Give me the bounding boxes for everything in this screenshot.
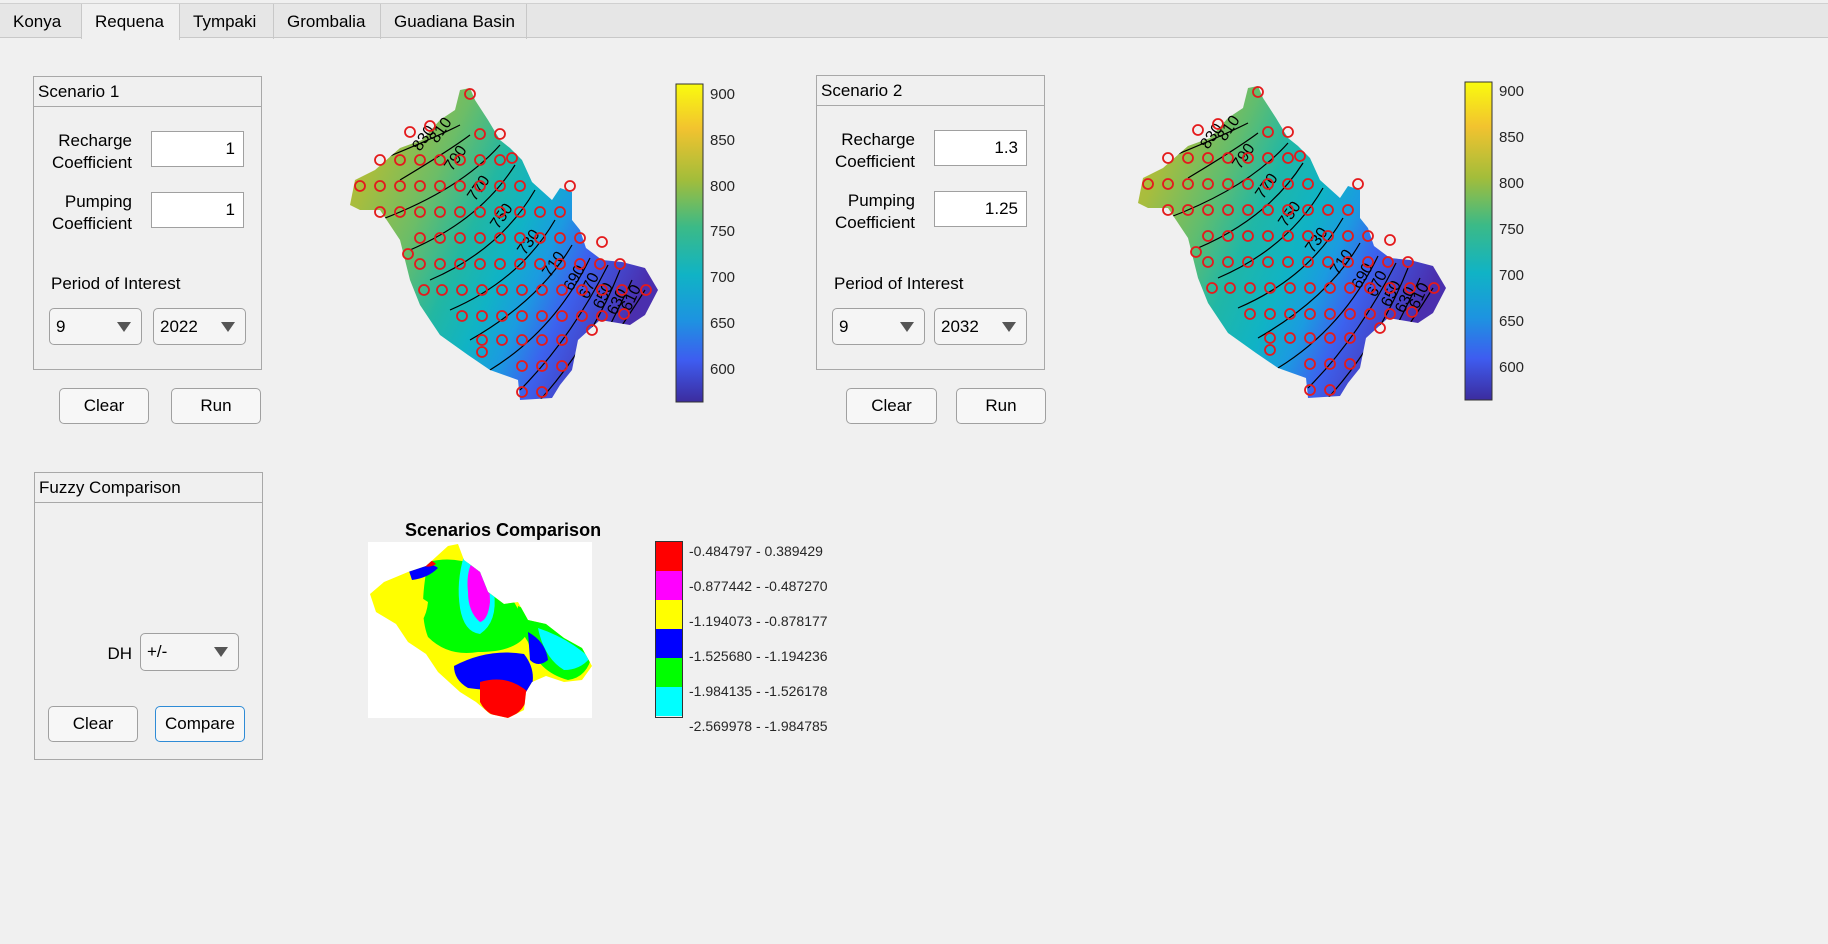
colorbar-tick: 850 <box>1499 129 1524 146</box>
scenario2-colorbar: 900 850 800 750 700 650 600 <box>1464 81 1524 401</box>
legend-swatch-blue <box>656 629 682 658</box>
scenario1-run-button[interactable]: Run <box>171 388 261 424</box>
tab-bar: Konya Requena Tympaki Grombalia Guadiana… <box>0 3 1828 40</box>
year-dropdown[interactable]: 2022 <box>153 308 246 345</box>
pumping-coefficient-input[interactable]: 1 <box>151 192 244 228</box>
legend-swatch-magenta <box>656 571 682 600</box>
colorbar-tick: 700 <box>1499 267 1524 284</box>
comparison-title: Scenarios Comparison <box>405 520 602 540</box>
month-dropdown[interactable]: 9 <box>49 308 142 345</box>
chevron-down-icon <box>214 647 228 657</box>
colorbar-tick: 600 <box>710 361 735 378</box>
colorbar-tick: 800 <box>710 178 735 195</box>
period-of-interest-label: Period of Interest <box>51 274 181 293</box>
chevron-down-icon <box>221 322 235 332</box>
colorbar-tick: 650 <box>1499 313 1524 330</box>
well-marker <box>596 236 608 248</box>
legend-label: -1.984135 - -1.526178 <box>689 683 828 699</box>
fuzzy-clear-button[interactable]: Clear <box>48 706 138 742</box>
recharge-coefficient-input[interactable]: 1.3 <box>934 130 1027 166</box>
scenario2-run-button[interactable]: Run <box>956 388 1046 424</box>
comparison-map <box>368 542 592 718</box>
period-of-interest-label: Period of Interest <box>834 274 964 293</box>
legend-swatch-green <box>656 658 682 687</box>
legend-label: -2.569978 - -1.984785 <box>689 718 828 734</box>
legend-label: -0.877442 - -0.487270 <box>689 578 828 594</box>
scenario1-panel: Scenario 1 Recharge Coefficient 1 Pumping… <box>33 76 262 370</box>
recharge-coefficient-input[interactable]: 1 <box>151 131 244 167</box>
scenario2-title: Scenario 2 <box>817 76 1044 106</box>
pumping-label: Pumping Coefficient <box>51 192 132 233</box>
colorbar-tick: 750 <box>1499 221 1524 238</box>
tab-konya[interactable]: Konya <box>0 4 82 39</box>
well-marker <box>1384 234 1396 246</box>
colorbar-tick: 650 <box>710 315 735 332</box>
tab-tympaki[interactable]: Tympaki <box>180 4 274 39</box>
colorbar-gradient <box>1464 81 1493 401</box>
chevron-down-icon <box>900 322 914 332</box>
legend-label: -0.484797 - 0.389429 <box>689 543 823 559</box>
chevron-down-icon <box>117 322 131 332</box>
scenario1-head-map: 830 810 790 770 750 730 710 690 670 650 … <box>350 88 658 400</box>
dh-dropdown[interactable]: +/- <box>140 633 239 671</box>
month-dropdown[interactable]: 9 <box>832 308 925 345</box>
scenario2-head-map: 830 810 790 770 750 730 710 690 670 650 … <box>1138 86 1446 398</box>
legend-swatch-red <box>656 542 682 571</box>
well-marker <box>1352 178 1364 190</box>
comparison-legend-labels: -0.484797 - 0.389429 -0.877442 - -0.4872… <box>689 534 828 744</box>
colorbar-tick: 800 <box>1499 175 1524 192</box>
compare-button[interactable]: Compare <box>155 706 245 742</box>
scenario2-clear-button[interactable]: Clear <box>846 388 937 424</box>
colorbar-tick: 900 <box>1499 83 1524 100</box>
colorbar-tick: 600 <box>1499 359 1524 376</box>
legend-label: -1.194073 - -0.878177 <box>689 613 828 629</box>
recharge-label: Recharge Coefficient <box>51 131 132 172</box>
tab-grombalia[interactable]: Grombalia <box>274 4 381 39</box>
well-marker <box>494 128 506 140</box>
fuzzy-comparison-title: Fuzzy Comparison <box>35 473 262 503</box>
well-marker <box>1162 152 1174 164</box>
well-marker <box>404 126 416 138</box>
tab-guadiana-basin[interactable]: Guadiana Basin <box>381 4 527 39</box>
colorbar-tick: 850 <box>710 132 735 149</box>
scenario2-panel: Scenario 2 Recharge Coefficient 1.3 Pumpi… <box>816 75 1045 370</box>
well-marker <box>1192 124 1204 136</box>
well-marker <box>564 180 576 192</box>
pumping-coefficient-input[interactable]: 1.25 <box>934 191 1027 227</box>
scenario1-colorbar: 900 850 800 750 700 650 600 <box>675 83 735 403</box>
colorbar-gradient <box>675 83 704 403</box>
colorbar-tick: 750 <box>710 223 735 240</box>
scenario1-title: Scenario 1 <box>34 77 261 107</box>
recharge-label: Recharge Coefficient <box>834 130 915 171</box>
tab-requena[interactable]: Requena <box>82 4 180 40</box>
colorbar-tick: 900 <box>710 86 735 103</box>
colorbar-tick: 700 <box>710 269 735 286</box>
legend-label: -1.525680 - -1.194236 <box>689 648 828 664</box>
comparison-legend-swatches <box>655 541 683 718</box>
well-marker <box>1282 126 1294 138</box>
legend-swatch-cyan <box>656 687 682 716</box>
well-marker <box>374 154 386 166</box>
scenario1-clear-button[interactable]: Clear <box>59 388 149 424</box>
year-dropdown[interactable]: 2032 <box>934 308 1027 345</box>
dh-label: DH <box>107 644 132 663</box>
legend-swatch-yellow <box>656 600 682 629</box>
fuzzy-comparison-panel: Fuzzy Comparison DH +/- Clear Compare <box>34 472 263 760</box>
pumping-label: Pumping Coefficient <box>834 191 915 232</box>
chevron-down-icon <box>1002 322 1016 332</box>
